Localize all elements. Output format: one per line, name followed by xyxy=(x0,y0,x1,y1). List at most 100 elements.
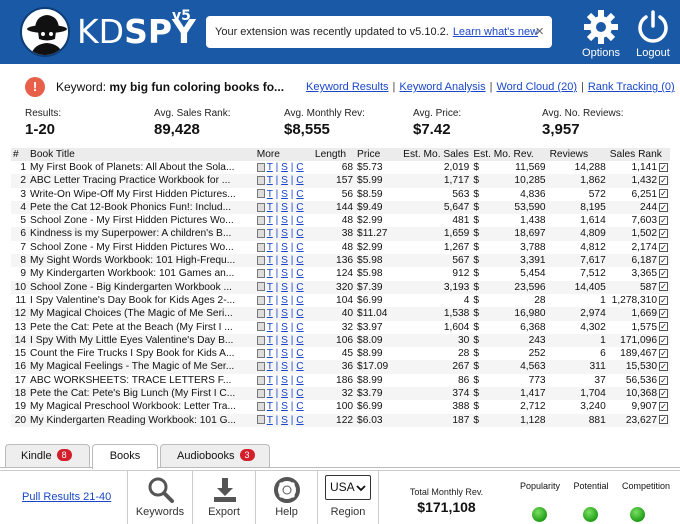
more-link-c[interactable]: C xyxy=(296,361,303,372)
more-link-c[interactable]: C xyxy=(296,189,303,200)
track-checkbox[interactable]: ✓ xyxy=(659,295,668,305)
close-icon[interactable]: × xyxy=(535,24,544,39)
track-checkbox[interactable]: ✓ xyxy=(659,388,668,398)
book-icon[interactable] xyxy=(256,388,265,398)
book-title-link[interactable]: I Spy With My Little Eyes Valentine's Da… xyxy=(28,333,255,348)
book-title-link[interactable]: ABC WORKSHEETS: TRACE LETTERS F... xyxy=(28,374,255,387)
more-link-t[interactable]: T xyxy=(267,282,273,293)
track-checkbox[interactable]: ✓ xyxy=(659,402,668,412)
keyword-results-link[interactable]: Keyword Results xyxy=(306,81,389,93)
more-link-s[interactable]: S xyxy=(281,415,288,426)
table-row[interactable]: 19 My Magical Preschool Workbook: Letter … xyxy=(11,400,670,413)
more-link-t[interactable]: T xyxy=(267,295,273,306)
table-row[interactable]: 2 ABC Letter Tracing Practice Workbook fo… xyxy=(11,174,670,188)
table-row[interactable]: 10 School Zone - Big Kindergarten Workboo… xyxy=(11,280,670,294)
book-title-link[interactable]: Pete the Cat 12-Book Phonics Fun!: Inclu… xyxy=(28,200,255,215)
more-link-t[interactable]: T xyxy=(267,175,273,186)
book-title-link[interactable]: Pete the Cat: Pete's Big Lunch (My First… xyxy=(28,387,255,401)
more-link-c[interactable]: C xyxy=(296,268,303,279)
tab-books[interactable]: Books xyxy=(92,444,158,469)
track-checkbox[interactable]: ✓ xyxy=(659,189,668,199)
more-link-t[interactable]: T xyxy=(267,162,273,173)
more-link-t[interactable]: T xyxy=(267,335,273,346)
more-link-t[interactable]: T xyxy=(267,242,273,253)
track-checkbox[interactable]: ✓ xyxy=(659,242,668,252)
more-link-c[interactable]: C xyxy=(296,348,303,359)
table-row[interactable]: 12 My Magical Choices (The Magic of Me Se… xyxy=(11,307,670,321)
table-row[interactable]: 1 My First Book of Planets: All About the… xyxy=(11,161,670,174)
col-header-number[interactable]: # xyxy=(11,148,29,161)
more-link-s[interactable]: S xyxy=(281,162,288,173)
book-icon[interactable] xyxy=(256,335,265,345)
more-link-t[interactable]: T xyxy=(267,202,273,213)
book-icon[interactable] xyxy=(256,309,265,319)
more-link-t[interactable]: T xyxy=(267,401,273,412)
book-title-link[interactable]: School Zone - Big Kindergarten Workbook … xyxy=(28,280,255,294)
book-icon[interactable] xyxy=(256,255,265,265)
keywords-button[interactable]: Keywords xyxy=(127,471,192,524)
table-row[interactable]: 13 Pete the Cat: Pete at the Beach (My Fi… xyxy=(11,321,670,334)
table-row[interactable]: 7 School Zone - My First Hidden Pictures … xyxy=(11,241,670,254)
book-icon[interactable] xyxy=(256,162,265,172)
col-header-price[interactable]: Price xyxy=(355,148,402,161)
options-button[interactable]: Options xyxy=(576,6,626,62)
table-row[interactable]: 3 Write-On Wipe-Off My First Hidden Pictu… xyxy=(11,188,670,201)
col-header-revenue[interactable]: Est. Mo. Rev. xyxy=(471,148,548,161)
more-link-s[interactable]: S xyxy=(281,242,288,253)
more-link-s[interactable]: S xyxy=(281,375,288,386)
track-checkbox[interactable]: ✓ xyxy=(659,335,668,345)
table-row[interactable]: 8 My Sight Words Workbook: 101 High-Frequ… xyxy=(11,254,670,268)
more-link-c[interactable]: C xyxy=(296,255,303,266)
book-title-link[interactable]: ABC Letter Tracing Practice Workbook for… xyxy=(28,174,255,188)
export-button[interactable]: Export xyxy=(192,471,255,524)
more-link-c[interactable]: C xyxy=(296,162,303,173)
book-icon[interactable] xyxy=(256,415,265,425)
track-checkbox[interactable]: ✓ xyxy=(659,415,668,425)
more-link-s[interactable]: S xyxy=(281,335,288,346)
table-row[interactable]: 4 Pete the Cat 12-Book Phonics Fun!: Incl… xyxy=(11,200,670,215)
book-title-link[interactable]: Kindness is my Superpower: A children's … xyxy=(28,227,255,241)
more-link-s[interactable]: S xyxy=(281,348,288,359)
more-link-c[interactable]: C xyxy=(296,202,303,213)
more-link-s[interactable]: S xyxy=(281,308,288,319)
more-link-c[interactable]: C xyxy=(296,215,303,226)
more-link-s[interactable]: S xyxy=(281,255,288,266)
more-link-t[interactable]: T xyxy=(267,255,273,266)
book-icon[interactable] xyxy=(256,295,265,305)
book-icon[interactable] xyxy=(256,229,265,239)
col-header-title[interactable]: Book Title xyxy=(28,148,255,161)
more-link-s[interactable]: S xyxy=(281,322,288,333)
more-link-t[interactable]: T xyxy=(267,268,273,279)
whats-new-link[interactable]: Learn what's new xyxy=(453,26,538,38)
more-link-s[interactable]: S xyxy=(281,215,288,226)
rank-tracking-link[interactable]: Rank Tracking (0) xyxy=(588,81,675,93)
book-icon[interactable] xyxy=(256,202,265,212)
more-link-s[interactable]: S xyxy=(281,175,288,186)
track-checkbox[interactable]: ✓ xyxy=(659,348,668,358)
table-row[interactable]: 14 I Spy With My Little Eyes Valentine's … xyxy=(11,333,670,348)
more-link-c[interactable]: C xyxy=(296,242,303,253)
more-link-s[interactable]: S xyxy=(281,189,288,200)
keyword-analysis-link[interactable]: Keyword Analysis xyxy=(399,81,485,93)
more-link-s[interactable]: S xyxy=(281,202,288,213)
table-row[interactable]: 16 My Magical Feelings - The Magic of Me … xyxy=(11,360,670,374)
col-header-length[interactable]: Length xyxy=(312,148,356,161)
more-link-s[interactable]: S xyxy=(281,282,288,293)
book-title-link[interactable]: My Magical Feelings - The Magic of Me Se… xyxy=(28,360,255,374)
more-link-s[interactable]: S xyxy=(281,228,288,239)
track-checkbox[interactable]: ✓ xyxy=(659,202,668,212)
book-icon[interactable] xyxy=(256,362,265,372)
track-checkbox[interactable]: ✓ xyxy=(659,322,668,332)
more-link-c[interactable]: C xyxy=(296,228,303,239)
more-link-c[interactable]: C xyxy=(296,335,303,346)
more-link-t[interactable]: T xyxy=(267,388,273,399)
book-title-link[interactable]: Pete the Cat: Pete at the Beach (My Firs… xyxy=(28,321,255,334)
more-link-c[interactable]: C xyxy=(296,175,303,186)
table-row[interactable]: 9 My Kindergarten Workbook: 101 Games an.… xyxy=(11,267,670,280)
book-title-link[interactable]: My Sight Words Workbook: 101 High-Frequ.… xyxy=(28,254,255,268)
book-icon[interactable] xyxy=(256,242,265,252)
more-link-s[interactable]: S xyxy=(281,295,288,306)
book-icon[interactable] xyxy=(256,375,265,385)
more-link-c[interactable]: C xyxy=(296,415,303,426)
track-checkbox[interactable]: ✓ xyxy=(659,255,668,265)
